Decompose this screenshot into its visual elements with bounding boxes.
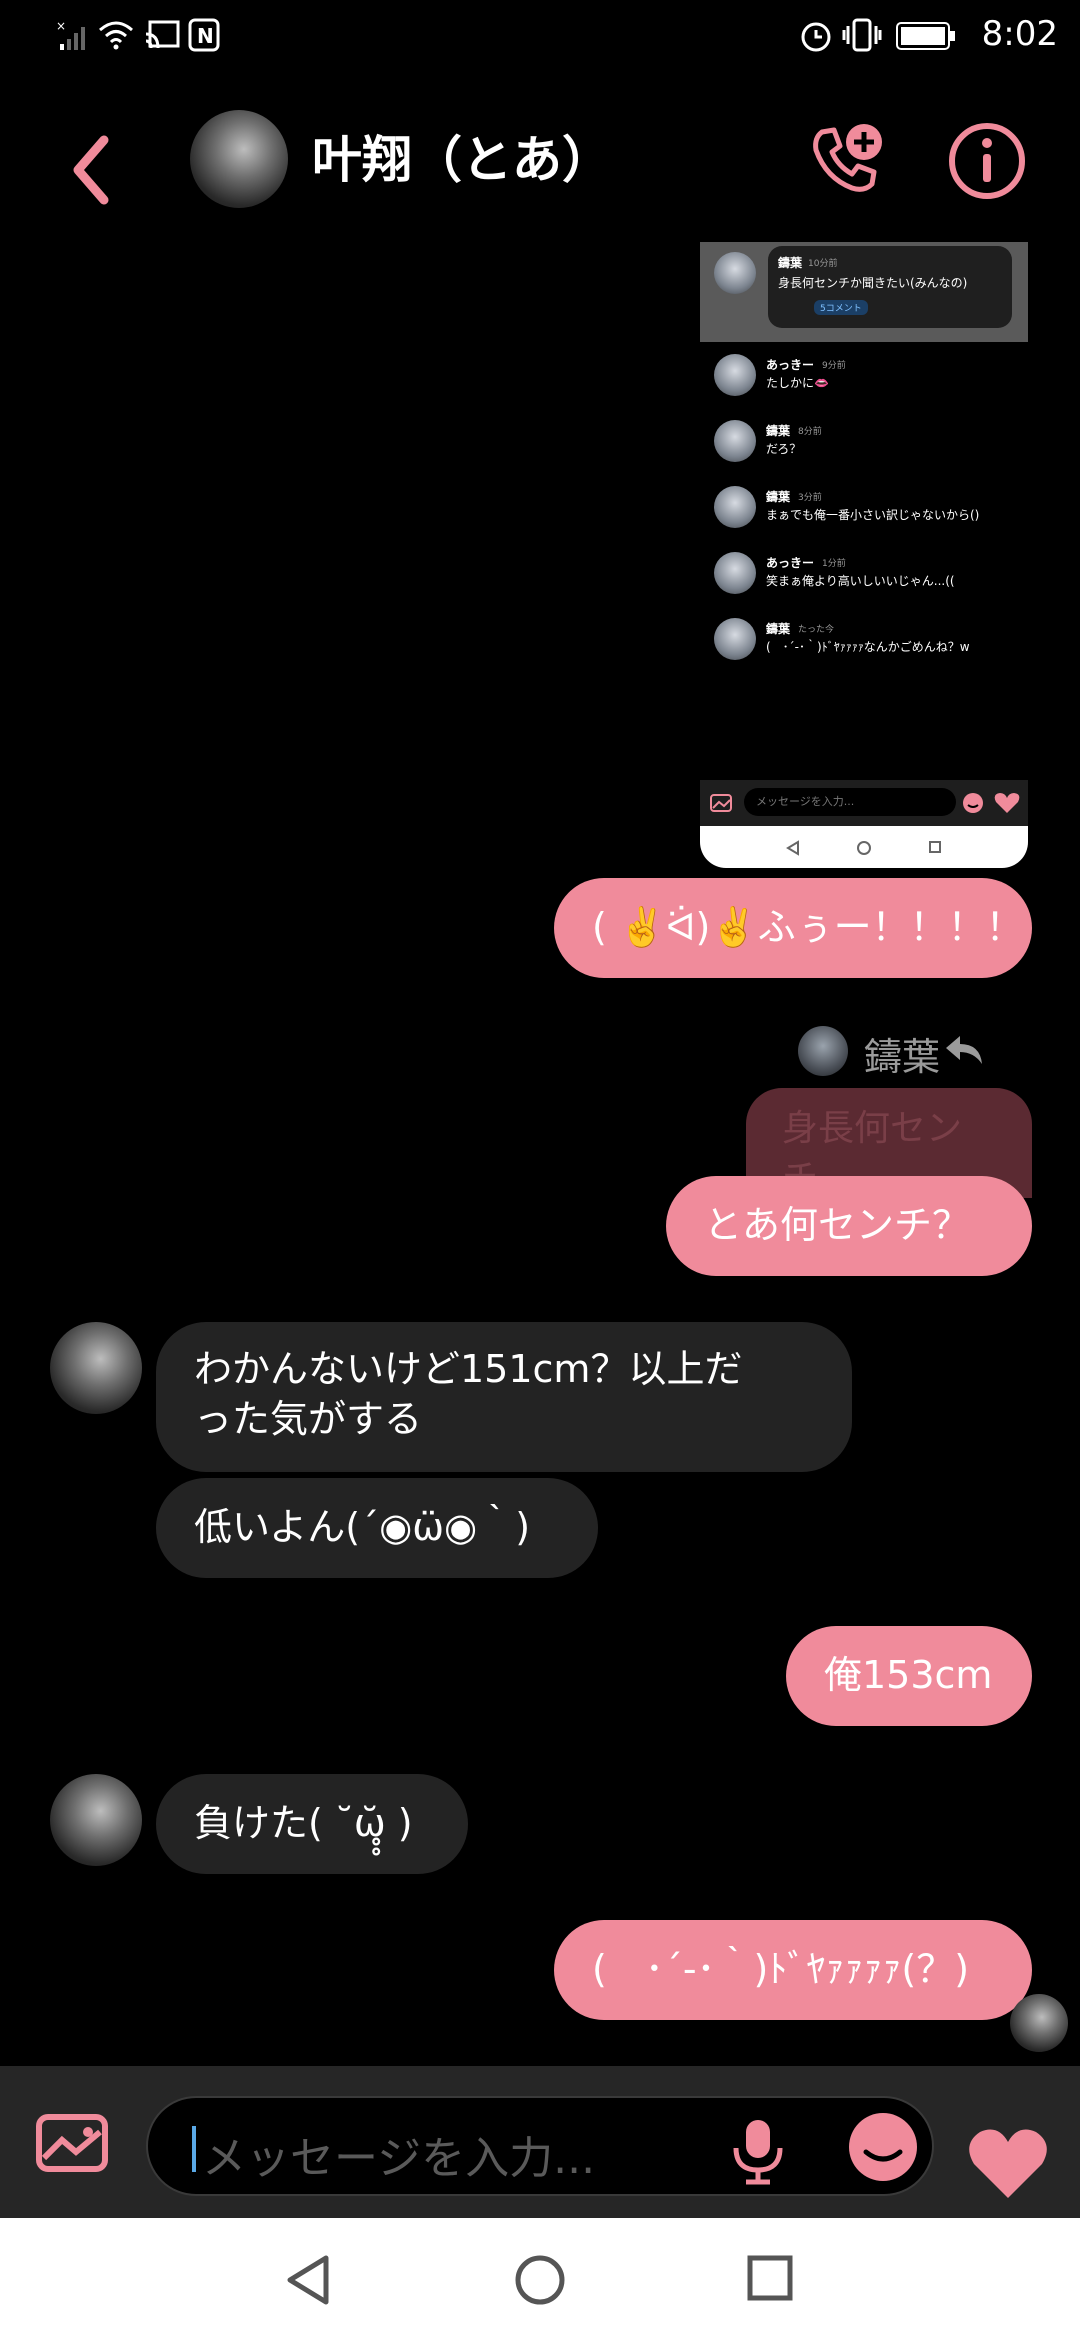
microphone-icon[interactable] xyxy=(728,2116,788,2186)
emoji-icon xyxy=(963,793,983,813)
read-receipt-avatar xyxy=(1010,1994,1068,2052)
back-triangle-icon xyxy=(786,840,799,856)
incoming-message[interactable]: わかんないけど151cm？以上だ った気がする xyxy=(156,1322,852,1472)
comment-time: 9分前 xyxy=(822,361,846,371)
comment-avatar xyxy=(714,420,756,462)
recents-square-icon xyxy=(929,841,941,853)
contact-avatar[interactable] xyxy=(50,1774,142,1866)
add-call-icon[interactable] xyxy=(808,122,884,198)
comment-text: 笑まぁ俺より高いしいいじゃん...(( xyxy=(766,574,955,588)
mini-input-field: メッセージを入力... xyxy=(744,788,956,816)
comment-name: 鑄葉 xyxy=(766,622,791,636)
comment-name: 鑄葉 xyxy=(766,424,791,438)
comment-time: たった今 xyxy=(798,625,835,635)
outgoing-message[interactable]: とあ何センチ？ xyxy=(666,1176,1032,1276)
reply-name: 鑄葉 xyxy=(864,1035,941,1079)
outgoing-message[interactable]: ( ✌️ᐛ)✌️ふぅー！！！！ xyxy=(554,878,1032,978)
svg-text:N: N xyxy=(197,24,214,48)
comment-text: まぁでも俺一番小さい訳じゃないから() xyxy=(766,508,980,522)
wifi-icon xyxy=(99,21,133,50)
home-circle-icon xyxy=(857,841,871,855)
text-caret xyxy=(192,2126,196,2172)
message-text: 俺153cm xyxy=(824,1653,993,1697)
comment-text: ( ･´-･｀)ﾄﾞﾔｧｧｧｧなんかごめんね？w xyxy=(766,640,970,654)
chat-header: 叶翔（とあ） xyxy=(0,92,1080,232)
message-text: とあ何センチ？ xyxy=(704,1203,971,1247)
info-icon[interactable] xyxy=(946,120,1028,202)
vibrate-icon xyxy=(842,18,882,52)
clock: 8:02 xyxy=(981,14,1058,54)
outgoing-message[interactable]: ( ･´-･｀)ﾄﾞﾔｧｧｧｧ(？) xyxy=(554,1920,1032,2020)
outgoing-message[interactable]: 俺153cm xyxy=(786,1626,1032,1726)
comment-text: だろ？ xyxy=(766,442,802,456)
comment-time: 3分前 xyxy=(798,493,822,503)
alarm-icon xyxy=(801,22,831,52)
comment-name: あっきー xyxy=(766,556,815,570)
reply-avatar xyxy=(798,1026,848,1076)
post-name: 鑄葉 xyxy=(778,256,803,270)
message-text: 低いよん(´◉ω̈◉｀) xyxy=(194,1505,531,1549)
comment-time: 8分前 xyxy=(798,427,822,437)
message-input-bar: メッセージを入力... xyxy=(0,2066,1080,2218)
post-time: 10分前 xyxy=(808,259,838,269)
recents-square-icon[interactable] xyxy=(746,2254,794,2302)
mini-nav-bar xyxy=(700,826,1028,868)
emoji-icon[interactable] xyxy=(848,2112,918,2182)
incoming-message[interactable]: 負けた( ˘ω̥̥̆ ) xyxy=(156,1774,468,1874)
system-nav-bar xyxy=(0,2218,1080,2340)
message-text: ( ✌️ᐛ)✌️ふぅー！！！！ xyxy=(592,905,1024,949)
back-icon[interactable] xyxy=(62,130,122,210)
svg-text:×: × xyxy=(56,20,66,33)
shared-screenshot-image[interactable]: 鑄葉 10分前 身長何センチか聞きたい(みんなの) 5コメント あっきー 9分前… xyxy=(700,242,1028,868)
incoming-message[interactable]: 低いよん(´◉ω̈◉｀) xyxy=(156,1478,598,1578)
comment-text: たしかに👄 xyxy=(766,376,829,390)
message-input[interactable]: メッセージを入力... xyxy=(146,2096,934,2196)
post-text: 身長何センチか聞きたい(みんなの) xyxy=(778,276,968,290)
battery-icon xyxy=(896,22,955,50)
comment-avatar xyxy=(714,618,756,660)
comment-name: あっきー xyxy=(766,358,815,372)
signal-icon: × xyxy=(56,20,85,50)
message-text: った気がする xyxy=(194,1397,423,1441)
contact-avatar[interactable] xyxy=(190,110,288,208)
message-text: ( ･´-･｀)ﾄﾞﾔｧｧｧｧ(？) xyxy=(592,1947,970,1991)
status-bar: × N 8:02 xyxy=(0,0,1080,72)
comment-avatar xyxy=(714,552,756,594)
contact-name[interactable]: 叶翔（とあ） xyxy=(312,120,612,192)
nfc-icon: N xyxy=(188,18,220,52)
mini-input-bar: メッセージを入力... xyxy=(700,780,1028,826)
comment-avatar xyxy=(714,486,756,528)
message-text: 負けた( ˘ω̥̥̆ ) xyxy=(194,1801,413,1845)
comment-avatar xyxy=(714,354,756,396)
comment-badge: 5コメント xyxy=(814,300,868,315)
mini-input-placeholder: メッセージを入力... xyxy=(756,795,855,808)
post-avatar xyxy=(714,252,756,294)
comment-name: 鑄葉 xyxy=(766,490,791,504)
input-placeholder: メッセージを入力... xyxy=(202,2133,596,2184)
image-icon[interactable] xyxy=(36,2114,108,2172)
reply-header: 鑄葉 xyxy=(798,1022,998,1082)
back-triangle-icon[interactable] xyxy=(284,2254,332,2306)
message-text: わかんないけど151cm？以上だ xyxy=(194,1347,743,1391)
cast-icon xyxy=(145,20,180,49)
heart-icon[interactable] xyxy=(966,2126,1050,2202)
contact-avatar[interactable] xyxy=(50,1322,142,1414)
reply-icon xyxy=(946,1036,982,1064)
heart-icon xyxy=(994,793,1020,813)
home-circle-icon[interactable] xyxy=(514,2254,566,2306)
comment-time: 1分前 xyxy=(822,559,846,569)
image-icon xyxy=(710,794,732,812)
